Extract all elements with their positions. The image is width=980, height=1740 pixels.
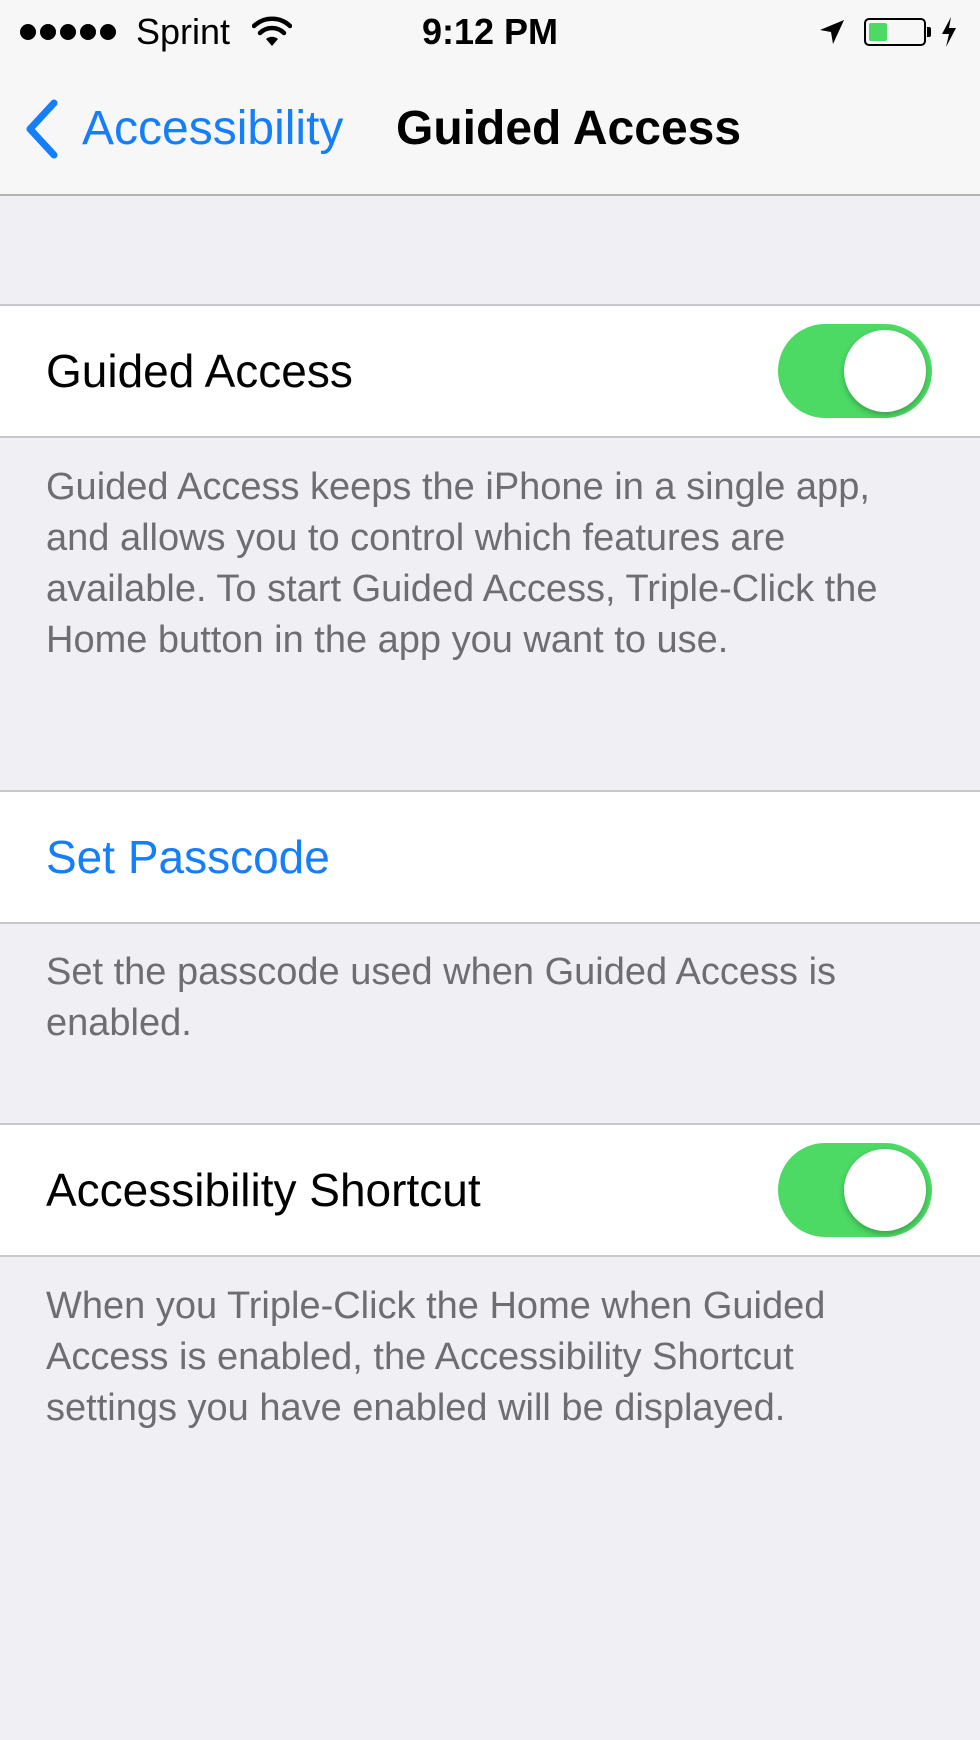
set-passcode-label: Set Passcode <box>46 831 330 883</box>
top-bar: Sprint 9:12 PM Accessibility Guided Acce… <box>0 0 980 196</box>
accessibility-shortcut-footer: When you Triple-Click the Home when Guid… <box>46 1285 826 1429</box>
accessibility-shortcut-toggle[interactable] <box>778 1143 932 1237</box>
accessibility-shortcut-label: Accessibility Shortcut <box>46 1164 481 1216</box>
set-passcode-footer: Set the passcode used when Guided Access… <box>46 951 837 1044</box>
location-arrow-icon <box>820 20 844 44</box>
toggle-knob <box>844 1149 926 1231</box>
toggle-knob <box>844 330 926 412</box>
charging-bolt-icon <box>942 17 956 47</box>
set-passcode-row[interactable]: Set Passcode <box>0 790 980 924</box>
status-bar: Sprint 9:12 PM <box>0 0 980 64</box>
battery-icon <box>864 18 926 46</box>
chevron-left-icon <box>26 99 58 159</box>
guided-access-label: Guided Access <box>46 345 353 397</box>
accessibility-shortcut-row: Accessibility Shortcut <box>0 1123 980 1257</box>
battery-fill <box>869 23 887 41</box>
guided-access-toggle[interactable] <box>778 324 932 418</box>
guided-access-row: Guided Access <box>0 304 980 438</box>
back-button-label: Accessibility <box>82 102 344 155</box>
battery-nub <box>927 27 931 37</box>
guided-access-footer: Guided Access keeps the iPhone in a sing… <box>46 466 878 661</box>
back-button[interactable]: Accessibility <box>20 94 343 164</box>
page-title: Guided Access <box>396 102 742 155</box>
navigation-bar: Accessibility Guided Access <box>0 64 980 194</box>
